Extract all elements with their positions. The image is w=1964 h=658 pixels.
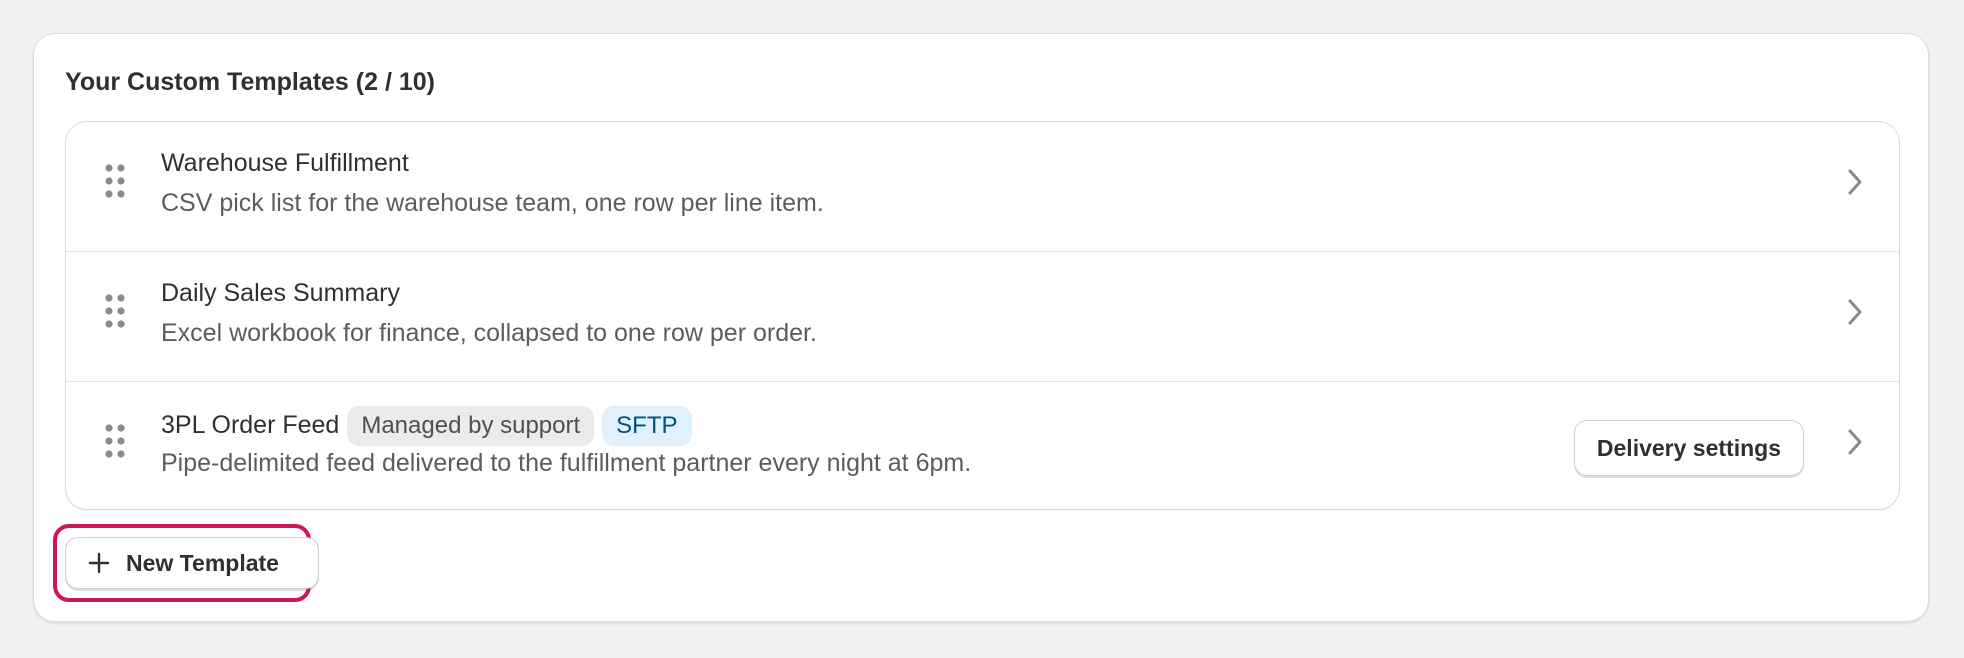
plus-icon	[88, 552, 110, 574]
drag-handle-icon[interactable]	[104, 424, 126, 458]
template-description: CSV pick list for the warehouse team, on…	[161, 189, 824, 217]
templates-list: Warehouse Fulfillment CSV pick list for …	[65, 121, 1900, 510]
template-name-text: Warehouse Fulfillment	[161, 149, 409, 177]
template-description: Excel workbook for finance, collapsed to…	[161, 319, 817, 347]
custom-templates-card: Your Custom Templates (2 / 10) Warehouse…	[33, 33, 1929, 622]
template-row-daily-sales-summary[interactable]: Daily Sales Summary Excel workbook for f…	[66, 252, 1899, 382]
template-row-3pl-order-feed[interactable]: 3PL Order Feed Managed by support SFTP P…	[66, 382, 1899, 509]
new-template-label: New Template	[126, 549, 279, 576]
template-name-text: Daily Sales Summary	[161, 279, 400, 307]
sftp-badge: SFTP	[602, 406, 692, 446]
section-title: Your Custom Templates (2 / 10)	[65, 68, 435, 96]
managed-by-support-badge: Managed by support	[347, 406, 595, 446]
template-name: 3PL Order Feed Managed by support SFTP	[161, 406, 692, 446]
chevron-right-icon[interactable]	[1847, 428, 1863, 456]
template-name: Warehouse Fulfillment	[161, 149, 409, 178]
template-name-text: 3PL Order Feed	[161, 411, 340, 440]
drag-handle-icon[interactable]	[104, 164, 126, 198]
chevron-right-icon[interactable]	[1847, 298, 1863, 326]
delivery-settings-button[interactable]: Delivery settings	[1573, 420, 1804, 476]
template-name: Daily Sales Summary	[161, 279, 400, 308]
drag-handle-icon[interactable]	[104, 294, 126, 328]
new-template-button[interactable]: New Template	[65, 537, 319, 589]
template-description: Pipe-delimited feed delivered to the ful…	[161, 449, 972, 477]
chevron-right-icon[interactable]	[1847, 168, 1863, 196]
template-row-warehouse-fulfillment[interactable]: Warehouse Fulfillment CSV pick list for …	[66, 122, 1899, 252]
